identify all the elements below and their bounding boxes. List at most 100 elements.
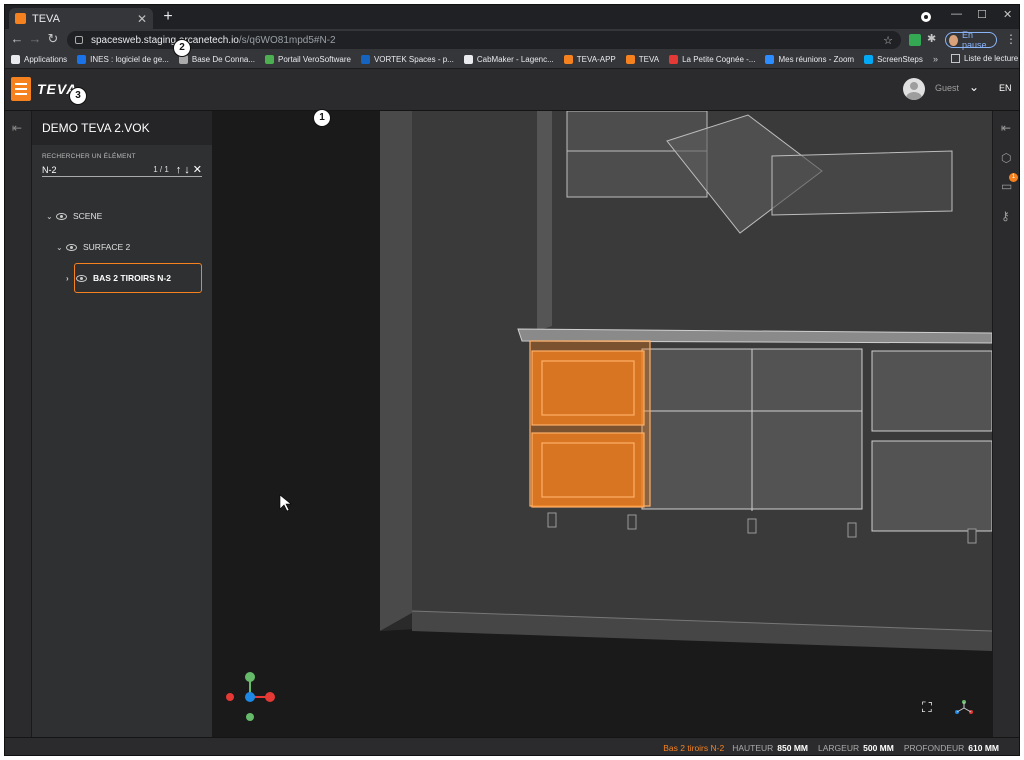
minimize-button[interactable]: — bbox=[951, 8, 962, 20]
user-menu-chevron-icon[interactable]: ⌄ bbox=[969, 80, 979, 94]
next-result-icon[interactable]: ↓ bbox=[184, 164, 190, 175]
bookmark-item[interactable]: VORTEK Spaces - p... bbox=[360, 55, 454, 64]
language-selector[interactable]: EN bbox=[999, 83, 1012, 93]
tree-item-scene[interactable]: ⌄ SCENE bbox=[46, 211, 102, 221]
tree-item-bas-2-tiroirs[interactable]: › BAS 2 TIROIRS N-2 bbox=[66, 273, 171, 283]
browser-tab[interactable]: TEVA ✕ bbox=[9, 8, 153, 29]
bookmark-favicon-icon bbox=[765, 55, 775, 64]
height-value: 850 MM bbox=[777, 742, 809, 753]
bookmark-item[interactable]: CabMaker - Lagenc... bbox=[463, 55, 554, 64]
teva-app: TEVA Guest ⌄ EN ⇤ DEMO TEVA 2.VOK RECHER… bbox=[5, 69, 1019, 755]
previous-result-icon[interactable]: ↑ bbox=[176, 164, 182, 175]
lock-icon bbox=[75, 36, 83, 44]
search-count: 1 / 1 bbox=[153, 165, 169, 174]
bookmark-label: INES : logiciel de ge... bbox=[90, 55, 169, 64]
bookmark-favicon-icon bbox=[265, 55, 275, 64]
project-title: DEMO TEVA 2.VOK bbox=[32, 111, 212, 145]
tree-item-surface[interactable]: ⌄ SURFACE 2 bbox=[56, 242, 130, 252]
bookmark-item[interactable]: Portail VeroSoftware bbox=[265, 55, 351, 64]
bookmarks-overflow-icon[interactable]: » bbox=[933, 54, 938, 64]
reload-button[interactable]: ↻ bbox=[45, 31, 61, 47]
bookmark-item[interactable]: Mes réunions - Zoom bbox=[765, 55, 854, 64]
bookmark-favicon-icon bbox=[11, 55, 20, 64]
chevron-down-icon[interactable]: ⌄ bbox=[56, 243, 66, 252]
bookmark-favicon-icon bbox=[360, 55, 370, 64]
bookmark-favicon-icon bbox=[77, 55, 87, 64]
3d-viewport[interactable]: ⛶ bbox=[212, 111, 992, 737]
bookmark-label: CabMaker - Lagenc... bbox=[476, 55, 554, 64]
bookmarks-bar: Applications INES : logiciel de ge... Base… bbox=[5, 51, 1019, 69]
width-label: LARGEUR bbox=[818, 742, 860, 753]
collapse-panel-icon[interactable]: ⇤ bbox=[12, 121, 22, 135]
bookmark-item[interactable]: TEVA bbox=[625, 55, 660, 64]
bookmark-item[interactable]: La Petite Cognée -... bbox=[669, 55, 755, 64]
app-header: TEVA Guest ⌄ EN bbox=[5, 69, 1019, 111]
bookmark-label: Applications bbox=[24, 55, 68, 64]
bookmark-item[interactable]: INES : logiciel de ge... bbox=[77, 55, 169, 64]
browser-menu-icon[interactable]: ⋮ bbox=[1005, 32, 1017, 46]
search-bar: 1 / 1 ↑ ↓ ✕ bbox=[42, 163, 202, 177]
key-icon[interactable]: ⚷ bbox=[1001, 209, 1010, 223]
reading-list-button[interactable]: Liste de lecture bbox=[951, 54, 1018, 63]
profile-avatar bbox=[949, 34, 958, 46]
avatar[interactable] bbox=[903, 78, 925, 100]
tab-strip: TEVA ✕ + — ☐ ✕ bbox=[5, 5, 1019, 29]
annotation-marker: 3 bbox=[69, 87, 87, 105]
depth-value: 610 MM bbox=[968, 742, 999, 753]
status-bar: Bas 2 tiroirs N-2 HAUTEUR 850 MM LARGEUR… bbox=[5, 737, 1019, 755]
teva-logo-icon[interactable] bbox=[11, 77, 31, 101]
clear-search-icon[interactable]: ✕ bbox=[193, 164, 202, 175]
left-rail: ⇤ bbox=[5, 111, 32, 737]
selected-element-name: Bas 2 tiroirs N-2 bbox=[663, 742, 725, 753]
chevron-right-icon[interactable]: › bbox=[66, 274, 76, 283]
forward-button[interactable]: → bbox=[27, 31, 43, 46]
cube-icon[interactable]: ⬡ bbox=[1001, 151, 1011, 165]
window-close-button[interactable]: ✕ bbox=[1003, 8, 1012, 21]
profile-label: En pause bbox=[961, 30, 987, 50]
bookmark-item[interactable]: Applications bbox=[11, 55, 67, 64]
bookmark-label: La Petite Cognée -... bbox=[682, 55, 756, 64]
bookmark-item[interactable]: ScreenSteps bbox=[864, 55, 923, 64]
browser-toolbar: ← → ↻ spacesweb.staging.arcanetech.io/s/… bbox=[5, 29, 1019, 51]
fullscreen-icon[interactable]: ⛶ bbox=[922, 699, 932, 716]
bookmark-favicon-icon bbox=[463, 55, 473, 64]
bookmark-star-icon[interactable]: ☆ bbox=[883, 34, 893, 47]
back-button[interactable]: ← bbox=[9, 31, 25, 46]
bookmark-item[interactable]: Base De Conna... bbox=[178, 55, 255, 64]
tab-title: TEVA bbox=[32, 12, 60, 25]
visibility-eye-icon[interactable] bbox=[56, 212, 67, 220]
profile-chip[interactable]: En pause bbox=[945, 30, 997, 50]
tree-item-label: BAS 2 TIROIRS N-2 bbox=[93, 273, 171, 283]
address-bar[interactable]: spacesweb.staging.arcanetech.io/s/q6WO81… bbox=[67, 31, 901, 49]
bookmark-favicon-icon bbox=[625, 55, 635, 64]
visibility-eye-icon[interactable] bbox=[76, 274, 87, 282]
height-label: HAUTEUR bbox=[732, 742, 774, 753]
visibility-eye-icon[interactable] bbox=[66, 243, 77, 251]
chevron-down-icon[interactable]: ⌄ bbox=[46, 212, 56, 221]
record-icon[interactable] bbox=[921, 12, 931, 22]
scene-panel: DEMO TEVA 2.VOK RECHERCHER UN ÉLÉMENT 1 … bbox=[32, 111, 212, 737]
bookmark-favicon-icon bbox=[864, 55, 874, 64]
tab-close-icon[interactable]: ✕ bbox=[137, 12, 147, 26]
width-value: 500 MM bbox=[863, 742, 894, 753]
bookmark-label: TEVA bbox=[638, 55, 660, 64]
new-tab-button[interactable]: + bbox=[159, 8, 177, 26]
browser-window: TEVA ✕ + — ☐ ✕ ← → ↻ spacesweb.staging.a… bbox=[4, 4, 1020, 756]
search-label: RECHERCHER UN ÉLÉMENT bbox=[42, 153, 136, 160]
extensions-puzzle-icon[interactable]: ✱ bbox=[927, 32, 939, 45]
url-text: spacesweb.staging.arcanetech.io/s/q6WO81… bbox=[91, 34, 336, 46]
depth-label: PROFONDEUR bbox=[903, 742, 965, 753]
bookmark-favicon-icon bbox=[669, 55, 679, 64]
annotation-marker: 1 bbox=[313, 109, 331, 127]
right-rail: ⇤ ⬡ ▭ 1 ⚷ bbox=[992, 111, 1019, 737]
tree-item-label: SCENE bbox=[73, 211, 103, 221]
teva-favicon-icon bbox=[15, 13, 26, 24]
tree-item-label: SURFACE 2 bbox=[83, 242, 131, 252]
collapse-right-panel-icon[interactable]: ⇤ bbox=[1001, 121, 1011, 135]
bookmark-item[interactable]: TEVA-APP bbox=[563, 55, 616, 64]
bookmark-favicon-icon bbox=[563, 55, 573, 64]
view-axes-icon[interactable] bbox=[954, 699, 974, 715]
maximize-button[interactable]: ☐ bbox=[977, 8, 987, 21]
search-input[interactable] bbox=[42, 164, 132, 175]
extension-icon[interactable] bbox=[909, 34, 921, 46]
